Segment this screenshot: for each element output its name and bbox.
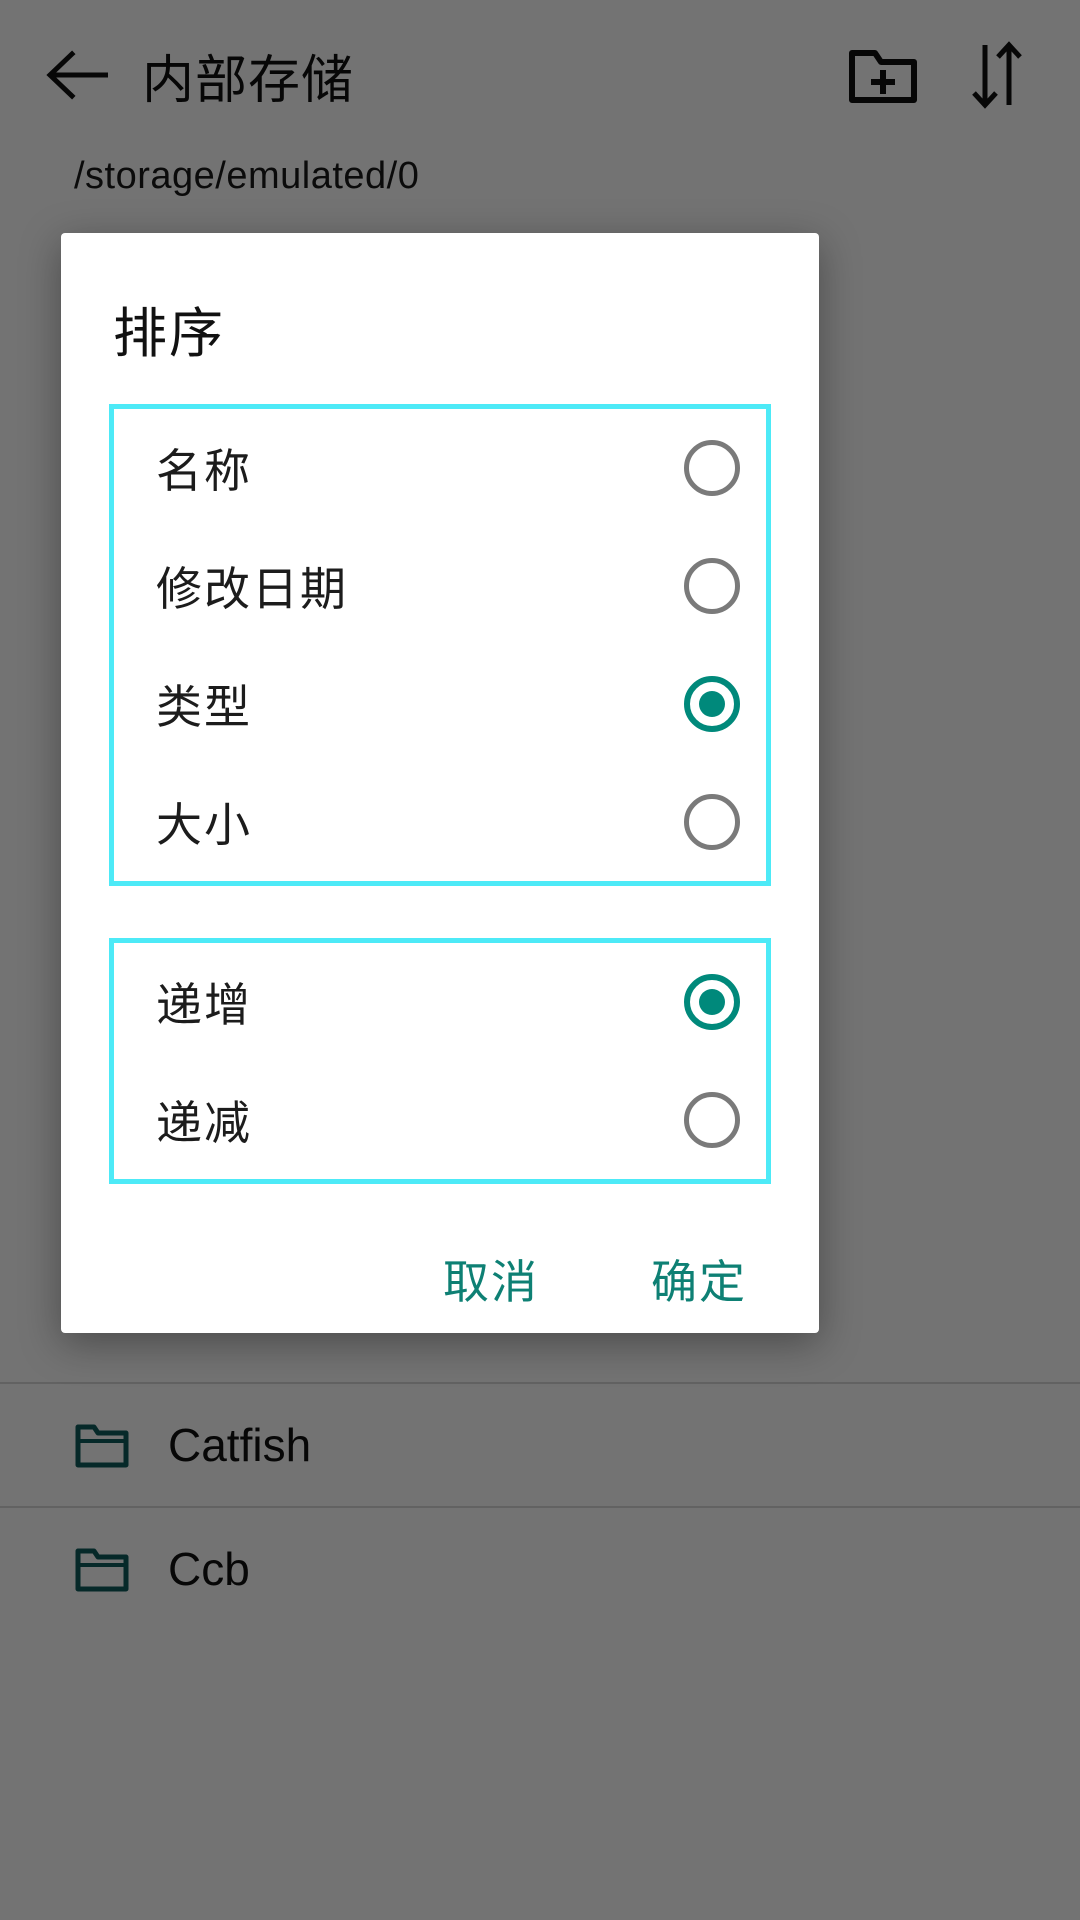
- cancel-button[interactable]: 取消: [433, 1228, 549, 1330]
- screen: 内部存储 /storage/emulated/0: [0, 0, 1080, 1920]
- radio-option-modified-date[interactable]: 修改日期: [114, 527, 766, 645]
- radio-label: 类型: [156, 681, 252, 733]
- radio-button[interactable]: [684, 558, 740, 614]
- radio-button[interactable]: [684, 676, 740, 732]
- dialog-body: 名称 修改日期 类型 大小 递增 递减: [61, 404, 819, 1184]
- radio-label: 大小: [156, 799, 252, 851]
- radio-option-size[interactable]: 大小: [114, 763, 766, 881]
- sort-by-radio-group: 名称 修改日期 类型 大小: [109, 404, 771, 886]
- radio-label: 名称: [156, 445, 252, 497]
- radio-option-type[interactable]: 类型: [114, 645, 766, 763]
- radio-button[interactable]: [684, 440, 740, 496]
- radio-button[interactable]: [684, 1092, 740, 1148]
- radio-option-ascending[interactable]: 递增: [114, 943, 766, 1061]
- sort-dialog: 排序 名称 修改日期 类型 大小 递增 递减 取消 确定: [61, 233, 819, 1333]
- dialog-title: 排序: [113, 304, 225, 364]
- radio-label: 递减: [156, 1097, 252, 1149]
- radio-button[interactable]: [684, 974, 740, 1030]
- radio-option-descending[interactable]: 递减: [114, 1061, 766, 1179]
- confirm-button[interactable]: 确定: [641, 1228, 757, 1330]
- radio-option-name[interactable]: 名称: [114, 409, 766, 527]
- radio-label: 修改日期: [156, 563, 348, 615]
- dialog-actions: 取消 确定: [61, 1184, 819, 1374]
- order-radio-group: 递增 递减: [109, 938, 771, 1184]
- radio-button[interactable]: [684, 794, 740, 850]
- radio-label: 递增: [156, 979, 252, 1031]
